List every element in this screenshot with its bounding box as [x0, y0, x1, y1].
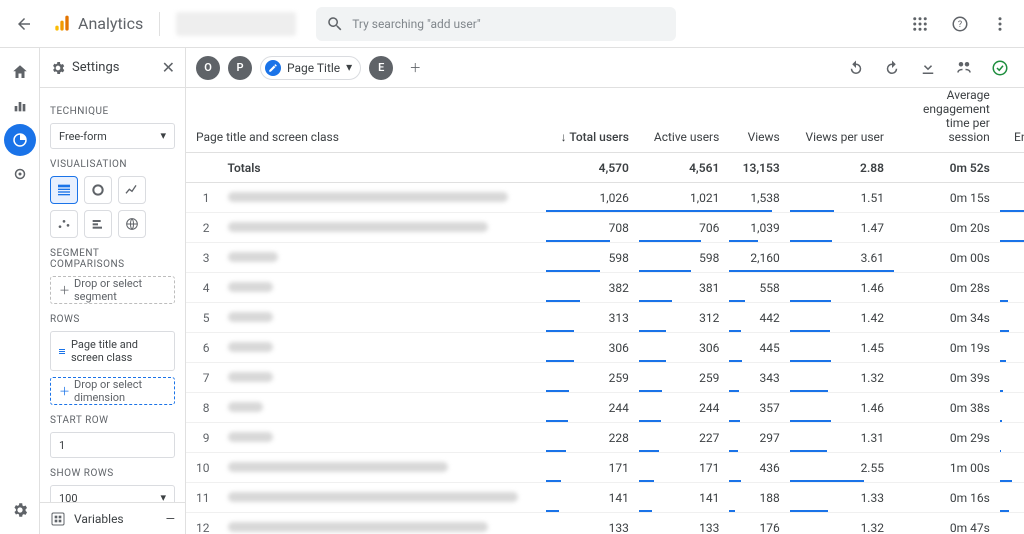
table-row[interactable]: 82442443571.460m 38s3291.72% — [186, 393, 1024, 423]
totals-row: Totals 4,570 4,561 13,153 2.88 0m 52s 4,… — [186, 153, 1024, 183]
collapse-icon[interactable]: — — [166, 512, 175, 526]
start-row-input[interactable]: 1 — [50, 432, 175, 458]
download-icon[interactable] — [914, 54, 942, 82]
vis-geo-icon[interactable] — [118, 210, 146, 238]
table-row[interactable]: 11,0261,0211,5381.510m 15s1,19916.07% — [186, 183, 1024, 213]
table-row[interactable]: 121331331761.320m 47s14312.66% — [186, 513, 1024, 534]
rows-dimension[interactable]: Page title and screen class — [50, 331, 175, 371]
add-tab-button[interactable]: ＋ — [401, 54, 429, 82]
table-row[interactable]: 27087061,0391.470m 20s68027.33% — [186, 213, 1024, 243]
col-avg-time[interactable]: Average engagement time per session — [894, 88, 1000, 153]
vis-scatter-icon[interactable] — [50, 210, 78, 238]
table-row[interactable]: 111411411881.330m 16s14123.33% — [186, 483, 1024, 513]
start-row-label: START ROW — [50, 415, 175, 426]
technique-label: TECHNIQUE — [50, 106, 175, 117]
col-entrances[interactable]: Entrances — [1000, 88, 1024, 153]
show-rows-select[interactable]: 100▾ — [50, 485, 175, 502]
rail-admin-icon[interactable] — [4, 494, 36, 526]
vis-table-icon[interactable] — [50, 176, 78, 204]
segment-comparisons-label: SEGMENT COMPARISONS — [50, 248, 175, 270]
gear-icon — [50, 60, 66, 76]
search-input[interactable]: Try searching "add user" — [316, 7, 676, 41]
back-button[interactable] — [8, 8, 40, 40]
table-row[interactable]: 101711714362.551m 00s19217.62% — [186, 453, 1024, 483]
search-icon — [326, 15, 344, 33]
variables-icon — [50, 511, 66, 527]
search-placeholder: Try searching "add user" — [352, 17, 481, 31]
vis-bar-icon[interactable] — [84, 210, 112, 238]
analytics-logo: Analytics — [52, 14, 143, 34]
chevron-down-icon: ▾ — [160, 129, 166, 142]
table-row[interactable]: 63063064451.450m 19s9876.3% — [186, 333, 1024, 363]
table-row[interactable]: 35985982,1603.610m 00s00% — [186, 243, 1024, 273]
help-icon[interactable]: ? — [944, 8, 976, 40]
close-icon[interactable]: ✕ — [162, 58, 175, 77]
settings-title: Settings — [72, 60, 119, 75]
status-ok-icon[interactable] — [986, 54, 1014, 82]
col-views[interactable]: Views — [729, 88, 789, 153]
technique-select[interactable]: Free-form▾ — [50, 123, 175, 149]
account-property-selector[interactable] — [176, 12, 296, 36]
pill-e[interactable]: E — [369, 56, 393, 80]
chevron-down-icon: ▾ — [346, 60, 352, 74]
tab-page-title[interactable]: Page Title ▾ — [260, 56, 361, 80]
vertical-divider — [159, 12, 160, 36]
pill-p[interactable]: P — [228, 56, 252, 80]
table-row[interactable]: 53133124421.420m 34s14268.75% — [186, 303, 1024, 333]
apps-icon[interactable] — [904, 8, 936, 40]
col-views-per-user[interactable]: Views per user — [790, 88, 894, 153]
dimension-drop[interactable]: ＋Drop or select dimension — [50, 377, 175, 405]
variables-label: Variables — [74, 512, 124, 526]
rail-home-icon[interactable] — [4, 56, 36, 88]
vis-donut-icon[interactable] — [84, 176, 112, 204]
table-row[interactable]: 92282272971.310m 29s2792.37% — [186, 423, 1024, 453]
undo-icon[interactable] — [842, 54, 870, 82]
rail-advertising-icon[interactable] — [4, 158, 36, 190]
segment-drop[interactable]: ＋Drop or select segment — [50, 276, 175, 304]
svg-text:?: ? — [958, 20, 962, 30]
overflow-icon[interactable] — [984, 8, 1016, 40]
pencil-icon — [268, 63, 278, 73]
exploration-table: Page title and screen class ↓ Total user… — [186, 88, 1024, 534]
rail-explore-icon[interactable] — [4, 124, 36, 156]
rail-reports-icon[interactable] — [4, 90, 36, 122]
nav-rail — [0, 48, 40, 534]
show-rows-label: SHOW ROWS — [50, 468, 175, 479]
variables-bar[interactable]: Variables — — [40, 502, 185, 534]
table-row[interactable]: 72592593431.320m 39s4687.62% — [186, 363, 1024, 393]
rows-label: ROWS — [50, 314, 175, 325]
product-name: Analytics — [78, 14, 143, 33]
vis-line-icon[interactable] — [118, 176, 146, 204]
col-total-users[interactable]: ↓ Total users — [546, 88, 639, 153]
visualisation-label: VISUALISATION — [50, 159, 175, 170]
table-row[interactable]: 43823815581.460m 28s13378.49% — [186, 273, 1024, 303]
settings-header: Settings ✕ — [40, 48, 185, 88]
col-active-users[interactable]: Active users — [639, 88, 729, 153]
share-icon[interactable] — [950, 54, 978, 82]
pill-o[interactable]: O — [196, 56, 220, 80]
col-dimension[interactable]: Page title and screen class — [186, 88, 546, 153]
redo-icon[interactable] — [878, 54, 906, 82]
